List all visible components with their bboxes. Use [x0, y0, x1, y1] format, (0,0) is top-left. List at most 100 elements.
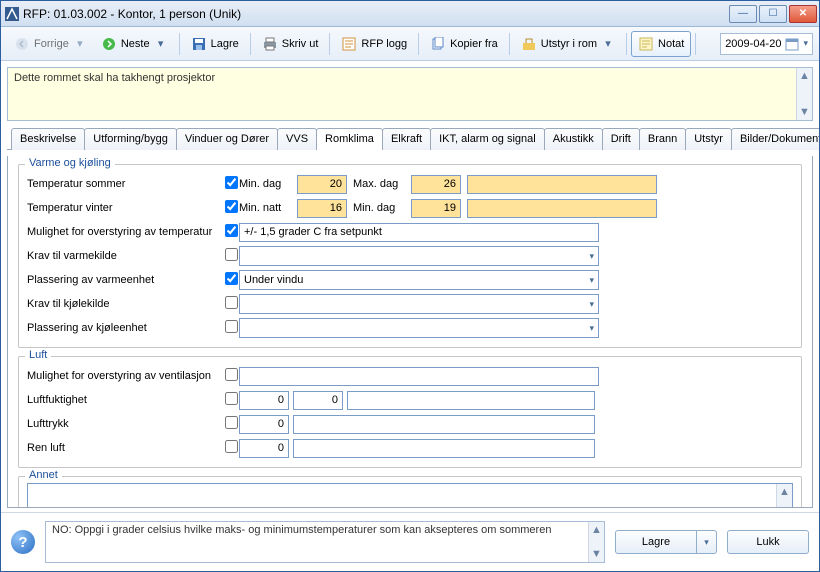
footer: ? NO: Oppgi i grader celsius hvilke maks… — [1, 512, 819, 571]
tab-ikt[interactable]: IKT, alarm og signal — [430, 128, 545, 150]
tab-utstyr[interactable]: Utstyr — [685, 128, 732, 150]
chk-pressure[interactable] — [225, 416, 238, 429]
label-vent-override: Mulighet for overstyring av ventilasjon — [27, 370, 223, 382]
chevron-down-icon: ▾ — [73, 37, 87, 50]
toolbar: Forrige ▾ Neste ▾ Lagre Skriv ut RFP log… — [1, 27, 819, 61]
annet-scrollbar[interactable]: ▲▼ — [776, 484, 792, 508]
group-varme: Varme og kjøling Temperatur sommer Min. … — [18, 164, 802, 348]
chk-temp-vinter[interactable] — [225, 200, 238, 213]
tab-utforming[interactable]: Utforming/bygg — [84, 128, 177, 150]
group-legend: Annet — [25, 469, 62, 481]
note-area[interactable]: Dette rommet skal ha takhengt prosjektor… — [7, 67, 813, 121]
equip-button[interactable]: Utstyr i rom ▾ — [514, 31, 622, 57]
dd-heatloc[interactable]: Under vindu▾ — [239, 270, 599, 290]
hint-scrollbar[interactable]: ▲▼ — [588, 522, 604, 562]
chk-coolsrc[interactable] — [225, 296, 238, 309]
textarea-annet[interactable]: ▲▼ — [27, 483, 793, 508]
chk-cleanair[interactable] — [225, 440, 238, 453]
input-pressure[interactable] — [239, 415, 289, 434]
input-sommer-mindag[interactable] — [297, 175, 347, 194]
label-cleanair: Ren luft — [27, 442, 223, 454]
tab-beskrivelse[interactable]: Beskrivelse — [11, 128, 85, 150]
label-override-temp: Mulighet for overstyring av temperatur — [27, 226, 223, 238]
note-scrollbar[interactable]: ▲▼ — [796, 68, 812, 120]
group-annet: Annet ▲▼ — [18, 476, 802, 508]
dd-heatsrc[interactable]: ▾ — [239, 246, 599, 266]
prev-label: Forrige — [34, 38, 69, 50]
tab-vvs[interactable]: VVS — [277, 128, 317, 150]
footer-save-label: Lagre — [642, 536, 670, 548]
print-button[interactable]: Skriv ut — [255, 31, 326, 57]
hint-text: NO: Oppgi i grader celsius hvilke maks- … — [52, 524, 551, 536]
tab-bilder[interactable]: Bilder/Dokumenter — [731, 128, 819, 150]
next-button[interactable]: Neste ▾ — [94, 31, 175, 57]
tab-akustikk[interactable]: Akustikk — [544, 128, 603, 150]
input-override-temp[interactable] — [239, 223, 599, 242]
prev-button[interactable]: Forrige ▾ — [7, 31, 94, 57]
label-coolloc: Plassering av kjøleenhet — [27, 322, 223, 334]
chevron-down-icon: ▾ — [601, 37, 615, 50]
chk-temp-sommer[interactable] — [225, 176, 238, 189]
input-vent-override[interactable] — [239, 367, 599, 386]
input-sommer-extra[interactable] — [467, 175, 657, 194]
help-icon[interactable]: ? — [11, 530, 35, 554]
save-button-group: Lagre ▾ — [615, 530, 717, 554]
date-value: 2009-04-20 — [725, 38, 781, 50]
copyfrom-label: Kopier fra — [450, 38, 498, 50]
window-title: RFP: 01.03.002 - Kontor, 1 person (Unik) — [23, 7, 729, 21]
log-icon — [341, 36, 357, 52]
next-label: Neste — [121, 38, 150, 50]
tab-brann[interactable]: Brann — [639, 128, 686, 150]
chk-override-temp[interactable] — [225, 224, 238, 237]
input-pressure-extra[interactable] — [293, 415, 595, 434]
input-humidity-1[interactable] — [239, 391, 289, 410]
hint-area: NO: Oppgi i grader celsius hvilke maks- … — [45, 521, 605, 563]
note-button[interactable]: Notat — [631, 31, 691, 57]
rfplog-button[interactable]: RFP logg — [334, 31, 414, 57]
close-button[interactable]: ✕ — [789, 5, 817, 23]
chk-humidity[interactable] — [225, 392, 238, 405]
chk-coolloc[interactable] — [225, 320, 238, 333]
minimize-button[interactable]: — — [729, 5, 757, 23]
footer-close-button[interactable]: Lukk — [727, 530, 809, 554]
save-button[interactable]: Lagre — [184, 31, 246, 57]
dd-heatloc-value: Under vindu — [244, 274, 303, 286]
input-cleanair[interactable] — [239, 439, 289, 458]
note-text: Dette rommet skal ha takhengt prosjektor — [14, 72, 215, 84]
calendar-icon — [785, 37, 799, 51]
chevron-down-icon: ▾ — [154, 37, 168, 50]
footer-save-dropdown[interactable]: ▾ — [697, 530, 717, 554]
tabstrip: Beskrivelse Utforming/bygg Vinduer og Dø… — [7, 127, 813, 150]
input-vinter-minnatt[interactable] — [297, 199, 347, 218]
equip-label: Utstyr i rom — [541, 38, 597, 50]
input-humidity-extra[interactable] — [347, 391, 595, 410]
date-picker[interactable]: 2009-04-20 ▾ — [720, 33, 813, 55]
group-legend: Varme og kjøling — [25, 157, 115, 169]
input-humidity-2[interactable] — [293, 391, 343, 410]
input-vinter-mindag[interactable] — [411, 199, 461, 218]
tab-elkraft[interactable]: Elkraft — [382, 128, 431, 150]
footer-save-button[interactable]: Lagre — [615, 530, 697, 554]
label-mindag: Min. dag — [239, 178, 297, 190]
chevron-down-icon: ▾ — [803, 38, 808, 49]
tab-vinduer[interactable]: Vinduer og Dører — [176, 128, 278, 150]
tab-drift[interactable]: Drift — [602, 128, 640, 150]
input-cleanair-extra[interactable] — [293, 439, 595, 458]
label-coolsrc: Krav til kjølekilde — [27, 298, 223, 310]
chk-vent-override[interactable] — [225, 368, 238, 381]
dd-coolsrc[interactable]: ▾ — [239, 294, 599, 314]
tab-romklima[interactable]: Romklima — [316, 128, 383, 150]
label-humidity: Luftfuktighet — [27, 394, 223, 406]
titlebar: RFP: 01.03.002 - Kontor, 1 person (Unik)… — [1, 1, 819, 27]
label-heatsrc: Krav til varmekilde — [27, 250, 223, 262]
save-label: Lagre — [211, 38, 239, 50]
chk-heatsrc[interactable] — [225, 248, 238, 261]
input-vinter-extra[interactable] — [467, 199, 657, 218]
copyfrom-button[interactable]: Kopier fra — [423, 31, 505, 57]
maximize-button[interactable]: ☐ — [759, 5, 787, 23]
label-pressure: Lufttrykk — [27, 418, 223, 430]
copy-icon — [430, 36, 446, 52]
chk-heatloc[interactable] — [225, 272, 238, 285]
input-sommer-maxdag[interactable] — [411, 175, 461, 194]
dd-coolloc[interactable]: ▾ — [239, 318, 599, 338]
